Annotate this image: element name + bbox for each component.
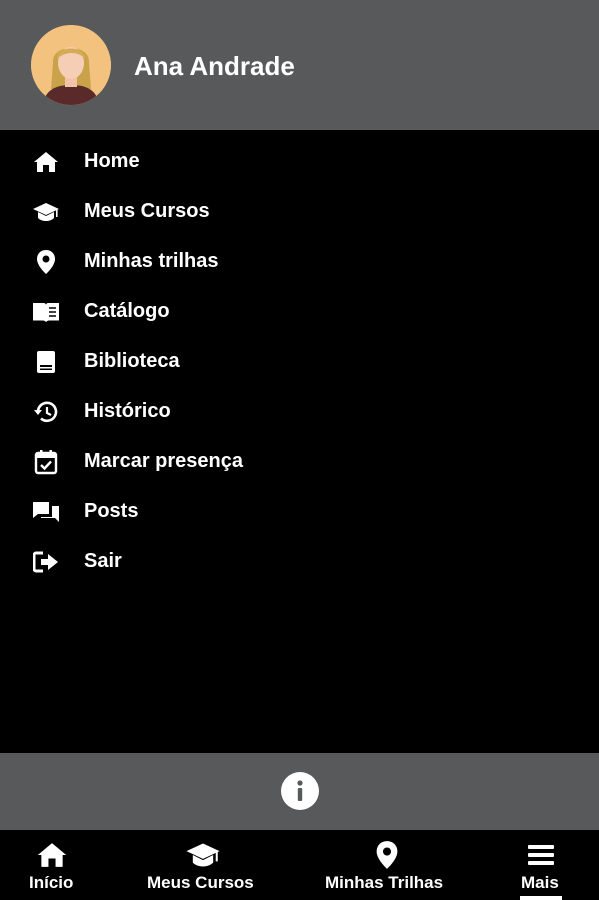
menu-item-marcar-presenca[interactable]: Marcar presença xyxy=(0,436,599,484)
menu-item-sair[interactable]: Sair xyxy=(0,536,599,584)
menu-icon xyxy=(526,840,556,870)
menu-item-label: Minhas trilhas xyxy=(84,250,219,272)
map-pin-icon xyxy=(374,840,400,870)
home-icon xyxy=(35,840,69,870)
profile-header: Ana Andrade xyxy=(0,0,599,130)
open-book-icon xyxy=(32,298,60,326)
menu-item-posts[interactable]: Posts xyxy=(0,486,599,534)
menu-item-label: Meus Cursos xyxy=(84,200,210,222)
book-icon xyxy=(32,348,60,376)
calendar-check-icon xyxy=(32,448,60,476)
nav-item-mais[interactable]: Mais xyxy=(516,830,566,900)
menu-item-label: Sair xyxy=(84,550,122,572)
menu-item-label: Marcar presença xyxy=(84,450,243,472)
nav-label: Início xyxy=(29,873,74,892)
history-icon xyxy=(32,398,60,426)
bottom-navigation: Início Meus Cursos Minhas Trilhas Mais xyxy=(0,830,599,900)
graduation-cap-icon xyxy=(32,198,60,226)
nav-label: Minhas Trilhas xyxy=(325,873,444,892)
menu-item-meus-cursos[interactable]: Meus Cursos xyxy=(0,186,599,234)
menu-item-historico[interactable]: Histórico xyxy=(0,386,599,434)
nav-label: Mais xyxy=(521,873,559,892)
menu-item-label: Biblioteca xyxy=(84,350,180,372)
graduation-cap-icon xyxy=(183,840,223,870)
active-tab-indicator xyxy=(520,896,562,900)
nav-item-meus-cursos[interactable]: Meus Cursos xyxy=(145,830,261,900)
user-name: Ana Andrade xyxy=(134,51,295,81)
chat-icon xyxy=(32,498,60,526)
menu-item-biblioteca[interactable]: Biblioteca xyxy=(0,336,599,384)
nav-item-minhas-trilhas[interactable]: Minhas Trilhas xyxy=(322,830,452,900)
nav-label: Meus Cursos xyxy=(147,873,254,892)
home-icon xyxy=(32,148,60,176)
menu-item-label: Posts xyxy=(84,500,139,522)
map-pin-icon xyxy=(32,248,60,276)
logout-icon xyxy=(32,548,60,576)
user-avatar-icon[interactable] xyxy=(31,25,111,105)
nav-item-inicio[interactable]: Início xyxy=(20,830,84,900)
menu-item-label: Histórico xyxy=(84,400,171,422)
info-icon[interactable] xyxy=(281,772,319,810)
menu-item-minhas-trilhas[interactable]: Minhas trilhas xyxy=(0,236,599,284)
menu-item-home[interactable]: Home xyxy=(0,136,599,184)
menu-item-label: Catálogo xyxy=(84,300,170,322)
menu-item-catalogo[interactable]: Catálogo xyxy=(0,286,599,334)
menu-item-label: Home xyxy=(84,150,140,172)
info-bar xyxy=(0,753,599,830)
